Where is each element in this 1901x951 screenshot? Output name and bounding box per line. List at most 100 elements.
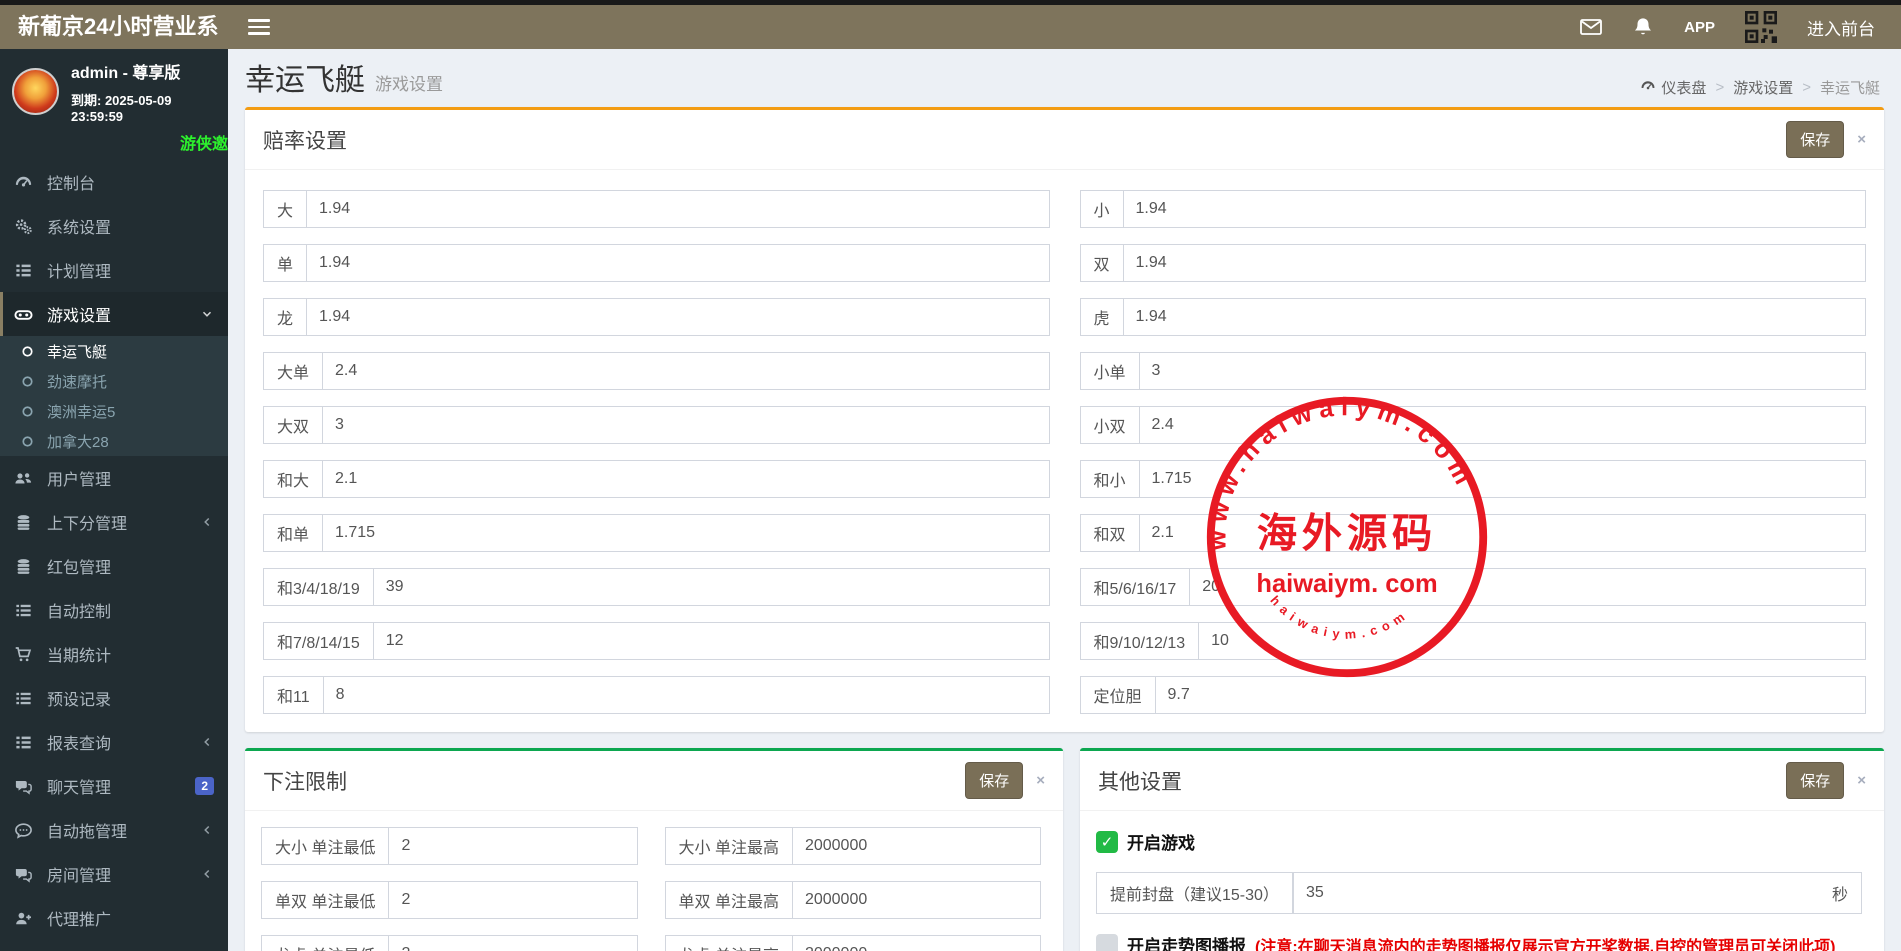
odds-input[interactable] bbox=[1154, 676, 1866, 714]
odds-panel-header: 赔率设置 保存 × bbox=[245, 110, 1884, 170]
limits-close-icon[interactable]: × bbox=[1036, 773, 1045, 788]
qr-code-icon[interactable] bbox=[1745, 11, 1777, 43]
limit-max-label: 单双 单注最高 bbox=[664, 881, 793, 919]
limit-min-input[interactable] bbox=[388, 827, 638, 865]
odds-field: 小 bbox=[1079, 190, 1866, 228]
odds-input[interactable] bbox=[306, 190, 1050, 228]
limit-max-field: 单双 单注最高 bbox=[664, 881, 1041, 919]
odds-input[interactable] bbox=[1122, 244, 1866, 282]
game-on-checkbox[interactable]: ✓ bbox=[1096, 830, 1118, 853]
app-link[interactable]: APP bbox=[1684, 19, 1715, 36]
odds-input[interactable] bbox=[1198, 622, 1866, 660]
close-ahead-input[interactable] bbox=[1292, 872, 1820, 914]
odds-input[interactable] bbox=[1138, 406, 1866, 444]
trend-broadcast-label: 开启走势图播报 bbox=[1127, 937, 1246, 951]
sidebar-item-game-settings[interactable]: 游戏设置 bbox=[0, 292, 228, 336]
sidebar-item-auto-control[interactable]: 自动控制 bbox=[0, 588, 228, 632]
odds-input[interactable] bbox=[306, 244, 1050, 282]
breadcrumb-dashboard-link[interactable]: 仪表盘 bbox=[1640, 77, 1706, 98]
odds-save-button[interactable]: 保存 bbox=[1786, 121, 1845, 158]
odds-label: 和小 bbox=[1079, 460, 1140, 498]
submenu-game-settings: 幸运飞艇 劲速摩托 澳洲幸运5 加拿大28 bbox=[0, 336, 228, 456]
odds-input[interactable] bbox=[1138, 514, 1866, 552]
limit-max-input[interactable] bbox=[791, 935, 1041, 951]
tasks-icon bbox=[14, 260, 37, 280]
sidebar-item-agent-promotion[interactable]: 代理推广 bbox=[0, 896, 228, 940]
odds-label: 大单 bbox=[263, 352, 324, 390]
page-subtitle: 游戏设置 bbox=[375, 75, 443, 94]
enter-frontend-link[interactable]: 进入前台 bbox=[1807, 15, 1875, 40]
limit-min-label: 大小 单注最低 bbox=[261, 827, 390, 865]
odds-input[interactable] bbox=[322, 460, 1050, 498]
odds-input[interactable] bbox=[1138, 460, 1866, 498]
sidebar-item-report-query[interactable]: 报表查询 bbox=[0, 720, 228, 764]
odds-label: 龙 bbox=[263, 298, 308, 336]
odds-input[interactable] bbox=[322, 352, 1050, 390]
brand-logo[interactable]: 新葡京24小时营业系 bbox=[0, 5, 228, 49]
other-save-button[interactable]: 保存 bbox=[1786, 762, 1845, 799]
navbar-right: APP 进入前台 bbox=[1580, 11, 1901, 43]
sidebar-subitem-speed-moto[interactable]: 劲速摩托 bbox=[0, 366, 228, 396]
odds-field: 和11 bbox=[263, 676, 1050, 714]
limits-form: 大小 单注最低 大小 单注最高单双 单注最低 单双 单注最高龙虎 单注最低 龙虎 单注… bbox=[245, 811, 1063, 951]
odds-field: 龙 bbox=[263, 298, 1050, 336]
breadcrumb-game-settings-link[interactable]: 游戏设置 bbox=[1733, 77, 1793, 98]
odds-input[interactable] bbox=[372, 568, 1050, 606]
limit-max-field: 龙虎 单注最高 bbox=[664, 935, 1041, 951]
sidebar-item-rebate-settings[interactable]: 回水设置 bbox=[0, 940, 228, 951]
chevron-left-icon bbox=[200, 735, 214, 749]
sidebar-item-auto-bot-management[interactable]: 自动拖管理 bbox=[0, 808, 228, 852]
sidebar-item-current-stats[interactable]: 当期统计 bbox=[0, 632, 228, 676]
gauge-icon bbox=[14, 172, 37, 192]
odds-input[interactable] bbox=[1189, 568, 1866, 606]
odds-label: 定位胆 bbox=[1079, 676, 1156, 714]
sidebar-item-preset-records[interactable]: 预设记录 bbox=[0, 676, 228, 720]
breadcrumb-separator: > bbox=[1715, 79, 1725, 96]
sidebar-subitem-canada-28[interactable]: 加拿大28 bbox=[0, 426, 228, 456]
trend-broadcast-checkbox[interactable] bbox=[1096, 933, 1118, 951]
odds-input[interactable] bbox=[1122, 190, 1866, 228]
limit-min-input[interactable] bbox=[388, 881, 638, 919]
sidebar-item-points-management[interactable]: 上下分管理 bbox=[0, 500, 228, 544]
odds-input[interactable] bbox=[322, 406, 1050, 444]
sidebar-subitem-australia-lucky5[interactable]: 澳洲幸运5 bbox=[0, 396, 228, 426]
limits-save-button[interactable]: 保存 bbox=[965, 762, 1024, 799]
odds-input[interactable] bbox=[372, 622, 1050, 660]
sidebar-item-console[interactable]: 控制台 bbox=[0, 160, 228, 204]
sidebar-item-plan-management[interactable]: 计划管理 bbox=[0, 248, 228, 292]
sidebar-item-user-management[interactable]: 用户管理 bbox=[0, 456, 228, 500]
close-ahead-label: 提前封盘（建议15-30） bbox=[1096, 872, 1293, 914]
sidebar-item-chat-management[interactable]: 聊天管理 2 bbox=[0, 764, 228, 808]
odds-field: 和7/8/14/15 bbox=[263, 622, 1050, 660]
circle-icon bbox=[21, 405, 41, 418]
sidebar-item-redpacket-management[interactable]: 红包管理 bbox=[0, 544, 228, 588]
sidebar-item-label: 计划管理 bbox=[47, 264, 112, 281]
sidebar-item-label: 自动拖管理 bbox=[47, 824, 128, 841]
sidebar-item-system-settings[interactable]: 系统设置 bbox=[0, 204, 228, 248]
odds-label: 虎 bbox=[1079, 298, 1124, 336]
envelope-icon[interactable] bbox=[1580, 16, 1603, 38]
limit-max-input[interactable] bbox=[791, 827, 1041, 865]
other-close-icon[interactable]: × bbox=[1857, 773, 1866, 788]
odds-input[interactable] bbox=[322, 514, 1050, 552]
page-title: 幸运飞艇 bbox=[245, 64, 365, 97]
limit-min-field: 大小 单注最低 bbox=[261, 827, 638, 865]
sidebar-menu: 控制台 系统设置计划管理游戏设置 幸运飞艇 劲速摩托 澳洲幸运5 加拿大28 用户管理 上下分… bbox=[0, 160, 228, 951]
odds-input[interactable] bbox=[322, 676, 1050, 714]
odds-input[interactable] bbox=[306, 298, 1050, 336]
bottom-panels-row: 下注限制 保存 × 大小 单注最低 大小 单注最高单双 单注最低 单双 单注最高龙虎… bbox=[245, 748, 1884, 951]
odds-close-icon[interactable]: × bbox=[1857, 132, 1866, 147]
sidebar-subitem-lucky-airship[interactable]: 幸运飞艇 bbox=[0, 336, 228, 366]
limit-max-input[interactable] bbox=[791, 881, 1041, 919]
odds-field: 和单 bbox=[263, 514, 1050, 552]
odds-field: 和3/4/18/19 bbox=[263, 568, 1050, 606]
limit-min-input[interactable] bbox=[388, 935, 638, 951]
odds-input[interactable] bbox=[1138, 352, 1866, 390]
sidebar-toggle-button[interactable] bbox=[248, 19, 270, 35]
odds-input[interactable] bbox=[1122, 298, 1866, 336]
bell-icon[interactable] bbox=[1632, 16, 1654, 38]
sidebar-item-room-management[interactable]: 房间管理 bbox=[0, 852, 228, 896]
sidebar-item-label: 当期统计 bbox=[47, 648, 112, 665]
breadcrumb-current-page: 幸运飞艇 bbox=[1819, 80, 1880, 97]
chevron-left-icon bbox=[200, 823, 214, 837]
